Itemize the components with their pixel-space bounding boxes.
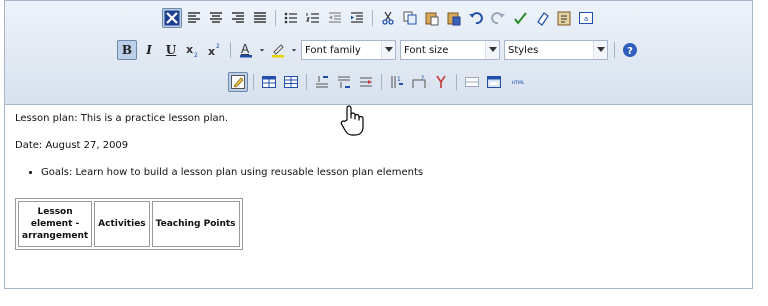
outdent-icon[interactable] xyxy=(325,8,345,28)
goals-item: Goals: Learn how to build a lesson plan … xyxy=(41,167,735,178)
rich-text-editor: a B I U x2 x2 A Font family Font size St… xyxy=(4,0,753,289)
svg-text:x: x xyxy=(208,45,215,58)
bold-button[interactable]: B xyxy=(117,40,137,60)
paste-text-icon[interactable] xyxy=(554,8,574,28)
toolbar-separator xyxy=(305,74,307,90)
toolbar-row-1: a xyxy=(5,7,752,29)
cut-icon[interactable] xyxy=(378,8,398,28)
toolbar-separator xyxy=(380,74,382,90)
toolbar-row-2: B I U x2 x2 A Font family Font size Styl… xyxy=(5,39,752,61)
font-family-value: Font family xyxy=(305,44,361,56)
font-color-icon[interactable]: A xyxy=(236,40,256,60)
numbered-list-icon[interactable] xyxy=(303,8,323,28)
font-family-select[interactable]: Font family xyxy=(301,40,396,60)
chevron-down-icon xyxy=(381,41,395,59)
subscript-icon[interactable]: x2 xyxy=(183,40,203,60)
font-size-select[interactable]: Font size xyxy=(400,40,500,60)
undo-icon[interactable] xyxy=(466,8,486,28)
merge-cells-icon[interactable]: ? xyxy=(409,72,429,92)
indent-icon[interactable] xyxy=(347,8,367,28)
svg-text:A: A xyxy=(241,42,250,56)
svg-text:?: ? xyxy=(627,46,633,57)
editor-content[interactable]: Lesson plan: This is a practice lesson p… xyxy=(15,113,735,250)
align-right-icon[interactable] xyxy=(228,8,248,28)
highlight-color-dropdown-icon[interactable] xyxy=(290,40,298,60)
spellcheck-icon[interactable] xyxy=(510,8,530,28)
paste-word-icon[interactable] xyxy=(444,8,464,28)
toolbar-row-3: 1 ? HTML xyxy=(5,71,752,93)
toolbar-separator xyxy=(455,74,457,90)
paste-icon[interactable] xyxy=(422,8,442,28)
select-all-icon[interactable] xyxy=(161,8,182,28)
insert-col-icon[interactable]: 1 xyxy=(387,72,407,92)
align-center-icon[interactable] xyxy=(206,8,226,28)
copy-icon[interactable] xyxy=(400,8,420,28)
svg-text:a: a xyxy=(583,15,587,23)
table-header-row: Lesson element - arrangement Activities … xyxy=(18,201,240,247)
editor-toolbar: a B I U x2 x2 A Font family Font size St… xyxy=(5,1,752,105)
svg-text:2: 2 xyxy=(216,43,220,50)
italic-button[interactable]: I xyxy=(139,40,159,60)
superscript-icon[interactable]: x2 xyxy=(205,40,225,60)
font-color-dropdown-icon[interactable] xyxy=(258,40,266,60)
align-justify-icon[interactable] xyxy=(250,8,270,28)
align-left-icon[interactable] xyxy=(184,8,204,28)
lesson-plan-line: Lesson plan: This is a practice lesson p… xyxy=(15,113,229,124)
toolbar-separator xyxy=(614,42,615,58)
hr-icon[interactable] xyxy=(462,72,482,92)
svg-text:2: 2 xyxy=(194,52,198,58)
toolbar-separator xyxy=(371,10,373,26)
chevron-down-icon xyxy=(485,41,499,59)
svg-text:1: 1 xyxy=(397,76,401,83)
svg-text:?: ? xyxy=(421,75,424,82)
redo-icon[interactable] xyxy=(488,8,508,28)
view-source-icon[interactable]: a xyxy=(576,8,596,28)
toolbar-separator xyxy=(252,74,254,90)
image-icon[interactable] xyxy=(484,72,504,92)
chevron-down-icon xyxy=(593,41,607,59)
table-header-cell[interactable]: Activities xyxy=(94,201,150,247)
goals-list: Goals: Learn how to build a lesson plan … xyxy=(41,167,735,178)
html-icon[interactable]: HTML xyxy=(506,72,530,92)
toolbar-separator xyxy=(274,10,276,26)
styles-select[interactable]: Styles xyxy=(504,40,608,60)
bullet-list-icon[interactable] xyxy=(281,8,301,28)
font-size-value: Font size xyxy=(404,44,449,56)
insert-row-after-icon[interactable] xyxy=(334,72,354,92)
svg-text:x: x xyxy=(186,43,193,56)
styles-value: Styles xyxy=(508,44,539,56)
hand-cursor-icon xyxy=(340,105,364,136)
delete-row-icon[interactable] xyxy=(356,72,376,92)
html-label: HTML xyxy=(511,80,524,86)
date-line: Date: August 27, 2009 xyxy=(15,140,129,151)
toolbar-separator xyxy=(230,42,231,58)
underline-button[interactable]: U xyxy=(161,40,181,60)
eraser-icon[interactable] xyxy=(532,8,552,28)
table-header-cell[interactable]: Lesson element - arrangement xyxy=(18,201,93,247)
help-icon[interactable]: ? xyxy=(620,40,640,60)
table-icon[interactable] xyxy=(259,72,279,92)
lesson-table[interactable]: Lesson element - arrangement Activities … xyxy=(15,198,243,250)
highlight-color-icon[interactable] xyxy=(268,40,288,60)
insert-row-before-icon[interactable] xyxy=(312,72,332,92)
split-cells-icon[interactable] xyxy=(431,72,451,92)
table-props-icon[interactable] xyxy=(281,72,301,92)
edit-lesson-icon[interactable] xyxy=(227,72,248,92)
table-header-cell[interactable]: Teaching Points xyxy=(151,201,240,247)
